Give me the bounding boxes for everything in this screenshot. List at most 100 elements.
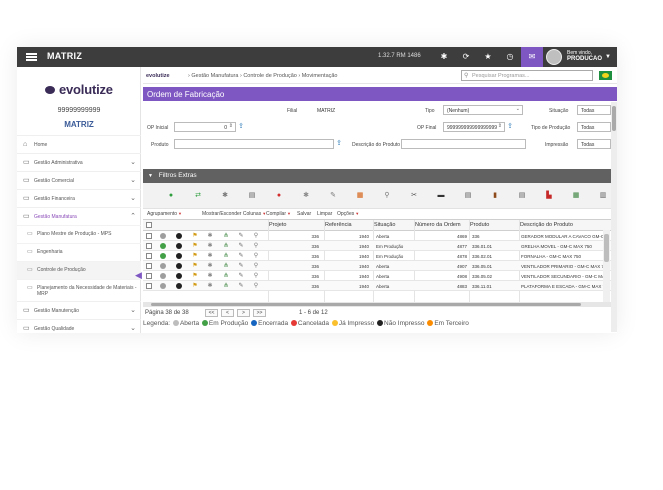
menu-toggle-icon[interactable] (26, 53, 37, 61)
impressao-select[interactable]: Todas (577, 139, 611, 149)
zoom-icon[interactable]: ⚲ (253, 253, 259, 259)
extra-filters-toggle[interactable]: ▼ Filtros Extras (143, 169, 617, 183)
produto-search-icon[interactable]: ⇪ (335, 140, 343, 148)
zoom-icon[interactable]: ⚲ (253, 233, 259, 239)
structure-icon[interactable]: ⋔ (223, 233, 229, 239)
select-all-checkbox[interactable] (146, 222, 152, 228)
op-final-field[interactable]: 999999999999999999 ⇕ (443, 122, 505, 132)
breadcrumb-logo[interactable]: evolutize (146, 73, 170, 79)
table-row[interactable]: ⚑ ✱ ⋔ ✎ ⚲ 336 1940 Aberta 4907 336.05.01 VENTILADO… (143, 261, 611, 271)
language-flag-icon[interactable] (599, 71, 612, 80)
transfer-icon[interactable]: ⇄ (194, 192, 202, 200)
show-hide-columns-button[interactable]: Mostrar/Esconder Colunas▼ (201, 211, 267, 217)
clipboard-icon[interactable]: ▤ (464, 192, 472, 200)
tipo-select[interactable]: (Nenhum) ⌄ (443, 105, 523, 115)
op-inicial-field[interactable]: 0 ⇕ (174, 122, 236, 132)
row-checkbox[interactable] (146, 253, 152, 259)
submenu-item-engenharia[interactable]: ▭ Engenharia (17, 243, 141, 261)
options-button[interactable]: Opções▼ (336, 211, 360, 217)
excel-icon[interactable]: ▦ (572, 192, 580, 200)
row-checkbox[interactable] (146, 283, 152, 289)
column-header[interactable]: Número da Ordem (415, 222, 461, 228)
copy-icon[interactable]: ▤ (248, 192, 256, 200)
refresh-icon[interactable]: ⟳ (455, 47, 477, 67)
zoom-icon[interactable]: ⚲ (253, 243, 259, 249)
pdf-icon[interactable]: ▙ (545, 192, 553, 200)
column-header[interactable]: Situação (374, 222, 395, 228)
flag-icon[interactable]: ⚑ (192, 253, 198, 259)
sidebar-item-administrativa[interactable]: ▭ Gestão Administrativa ⌄ (17, 153, 141, 171)
zoom-icon[interactable]: ⚲ (253, 273, 259, 279)
save-button[interactable]: Salvar (296, 211, 312, 217)
edit-icon[interactable]: ✎ (238, 233, 244, 239)
filial-value[interactable]: MATRIZ (317, 108, 335, 114)
sidebar-item-manutencao[interactable]: ▭ Gestão Manutenção ⌄ (17, 301, 141, 319)
descricao-field[interactable] (401, 139, 526, 149)
book-icon[interactable]: ▮ (491, 192, 499, 200)
grouping-button[interactable]: Agrupamento▼ (146, 211, 183, 217)
column-header[interactable]: Descrição do Produto (520, 222, 573, 228)
sidebar-item-manufatura[interactable]: ▭ Gestão Manufatura ⌃ (17, 207, 141, 225)
gear-icon[interactable]: ✱ (207, 233, 213, 239)
next-page-button[interactable]: > (237, 309, 250, 317)
clear-button[interactable]: Limpar (316, 211, 333, 217)
row-checkbox[interactable] (146, 263, 152, 269)
submenu-item-controle-producao[interactable]: ▭ Controle de Produção ◀ (17, 261, 142, 280)
compile-button[interactable]: Compilar▼ (265, 211, 292, 217)
zoom-icon[interactable]: ⚲ (253, 283, 259, 289)
gear-icon[interactable]: ✱ (207, 263, 213, 269)
avatar[interactable] (546, 49, 562, 65)
last-page-button[interactable]: >> (253, 309, 266, 317)
zoom-icon[interactable]: ⚲ (383, 192, 391, 200)
table-row[interactable]: ⚑ ✱ ⋔ ✎ ⚲ 336 1940 Em Produção 4878 336.02.01 FORN… (143, 251, 611, 261)
structure-icon[interactable]: ⋔ (223, 283, 229, 289)
page-scrollbar[interactable] (611, 102, 617, 332)
column-header[interactable]: Produto (470, 222, 489, 228)
submenu-item-mrp[interactable]: ▭ Planejamento da Necessidade de Materia… (17, 279, 141, 301)
settings-icon[interactable]: ✱ (433, 47, 455, 67)
prev-page-button[interactable]: < (221, 309, 234, 317)
table-row[interactable]: ⚑ ✱ ⋔ ✎ ⚲ 336 1940 Aberta 4869 336 GERADOR MODULAR… (143, 231, 611, 241)
structure-icon[interactable]: ⋔ (223, 253, 229, 259)
column-header[interactable]: Projeto (269, 222, 286, 228)
user-welcome[interactable]: Bem vindo, PRODUCAO (567, 50, 602, 62)
flag-icon[interactable]: ⚑ (192, 233, 198, 239)
report-icon[interactable]: ▤ (518, 192, 526, 200)
first-page-button[interactable]: << (205, 309, 218, 317)
gear-icon[interactable]: ✱ (207, 253, 213, 259)
produto-field[interactable] (174, 139, 334, 149)
sidebar-item-financeira[interactable]: ▭ Gestão Financeira ⌄ (17, 189, 141, 207)
add-icon[interactable]: ● (167, 192, 175, 200)
cancel-icon[interactable]: ● (275, 192, 283, 200)
grid-horizontal-scrollbar[interactable] (143, 302, 611, 307)
gear-icon[interactable]: ✱ (207, 283, 213, 289)
settings2-icon[interactable]: ✱ (302, 192, 310, 200)
zoom-icon[interactable]: ⚲ (253, 263, 259, 269)
breadcrumb-path[interactable]: › Gestão Manufatura › Controle de Produç… (188, 73, 338, 79)
table-row[interactable]: ⚑ ✱ ⋔ ✎ ⚲ 336 1940 Aberta 4908 336.05.02 VENTILADO… (143, 271, 611, 281)
op-inicial-search-icon[interactable]: ⇪ (237, 123, 245, 131)
edit-icon[interactable]: ✎ (238, 263, 244, 269)
export-icon[interactable]: ▥ (599, 192, 607, 200)
structure-icon[interactable]: ⋔ (223, 273, 229, 279)
edit-icon[interactable]: ✎ (329, 192, 337, 200)
gear-icon[interactable]: ✱ (207, 273, 213, 279)
chevron-down-icon[interactable]: ▼ (605, 54, 611, 60)
situacao-select[interactable]: Todas (577, 105, 611, 115)
search-input[interactable]: ⚲ Pesquisar Programas... (461, 70, 593, 81)
sidebar-item-comercial[interactable]: ▭ Gestão Comercial ⌄ (17, 171, 141, 189)
row-checkbox[interactable] (146, 233, 152, 239)
calendar-icon[interactable]: ▦ (356, 192, 364, 200)
edit-icon[interactable]: ✎ (238, 273, 244, 279)
grid-scrollbar-thumb[interactable] (604, 234, 609, 262)
grid-horizontal-scrollbar-thumb[interactable] (151, 303, 581, 306)
edit-icon[interactable]: ✎ (238, 253, 244, 259)
submenu-item-mps[interactable]: ▭ Plano Mestre de Produção - MPS (17, 225, 141, 243)
edit-icon[interactable]: ✎ (238, 283, 244, 289)
sidebar-item-home[interactable]: ⌂ Home (17, 135, 141, 153)
gear-icon[interactable]: ✱ (221, 192, 229, 200)
flag-icon[interactable]: ⚑ (192, 283, 198, 289)
table-row[interactable]: ⚑ ✱ ⋔ ✎ ⚲ 336 1940 Aberta 4883 336.11.01 PLATAFORM… (143, 281, 611, 291)
grid-scrollbar[interactable] (603, 230, 610, 302)
row-checkbox[interactable] (146, 243, 152, 249)
